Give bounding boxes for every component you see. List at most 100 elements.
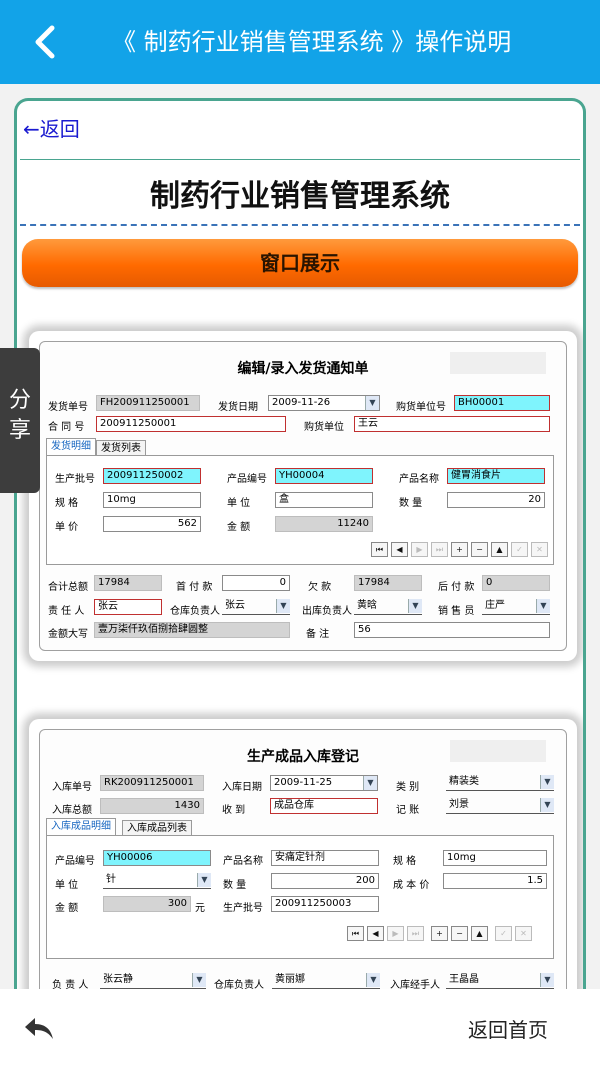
label: 合 同 号 bbox=[48, 422, 85, 433]
handler-select[interactable]: 王晶晶 ▼ bbox=[446, 973, 554, 989]
label: 产品编号 bbox=[55, 856, 95, 867]
edit-record-button[interactable]: ▲ bbox=[491, 542, 508, 557]
outbound-manager-select[interactable]: 黄晗 ▼ bbox=[354, 599, 422, 615]
down-payment-field[interactable]: 0 bbox=[222, 575, 290, 591]
label: 数 量 bbox=[223, 880, 247, 891]
add-record-button[interactable]: + bbox=[451, 542, 468, 557]
first-record-button[interactable]: ⏮ bbox=[347, 926, 364, 941]
confirm-record-button[interactable]: ✓ bbox=[495, 926, 512, 941]
warehouse-manager-select[interactable]: 张云 ▼ bbox=[222, 599, 290, 615]
product-name-field[interactable]: 安痛定针剂 bbox=[271, 850, 379, 866]
inbound-total-field[interactable]: 1430 bbox=[100, 798, 204, 814]
label: 购货单位号 bbox=[396, 402, 446, 413]
received-field[interactable]: 成品仓库 bbox=[270, 798, 378, 814]
unit-select[interactable]: 针 ▼ bbox=[103, 873, 211, 889]
dropdown-arrow-icon[interactable]: ▼ bbox=[276, 599, 290, 613]
first-record-button[interactable]: ⏮ bbox=[371, 542, 388, 557]
last-record-button[interactable]: ⏭ bbox=[431, 542, 448, 557]
amount-in-words-field[interactable]: 壹万柒仟玖佰捌拾肆圆整 bbox=[94, 622, 290, 638]
product-no-field[interactable]: YH00004 bbox=[275, 468, 373, 484]
label: 仓库负责人 bbox=[170, 606, 220, 617]
label: 规 格 bbox=[55, 498, 79, 509]
label: 购货单位 bbox=[304, 422, 344, 433]
owed-field[interactable]: 17984 bbox=[354, 575, 422, 591]
quantity-field[interactable]: 20 bbox=[447, 492, 545, 508]
share-button[interactable]: 分享 bbox=[0, 348, 40, 493]
dropdown-arrow-icon[interactable]: ▼ bbox=[540, 775, 554, 789]
dropdown-arrow-icon[interactable]: ▼ bbox=[192, 973, 206, 987]
outbound-manager-value: 黄晗 bbox=[357, 600, 377, 611]
dropdown-arrow-icon[interactable]: ▼ bbox=[366, 973, 380, 987]
content-frame: ←返回 制药行业销售管理系统 窗口展示 编辑/录入发货通知单 发货单号 FH20… bbox=[14, 98, 586, 1018]
unit-field[interactable]: 盒 bbox=[275, 492, 373, 508]
label: 出库负责人 bbox=[302, 606, 352, 617]
later-payment-field[interactable]: 0 bbox=[482, 575, 550, 591]
page-title: 《 制药行业销售管理系统 》操作说明 bbox=[112, 28, 512, 56]
dropdown-arrow-icon[interactable]: ▼ bbox=[408, 599, 422, 613]
contract-field[interactable]: 200911250001 bbox=[96, 416, 286, 432]
next-record-button[interactable]: ▶ bbox=[411, 542, 428, 557]
batch-field[interactable]: 200911250002 bbox=[103, 468, 201, 484]
batch-field[interactable]: 200911250003 bbox=[271, 896, 379, 912]
dropdown-arrow-icon[interactable]: ▼ bbox=[540, 798, 554, 812]
dropdown-arrow-icon[interactable]: ▼ bbox=[363, 776, 377, 790]
label: 单 价 bbox=[55, 522, 79, 533]
cancel-record-button[interactable]: ✕ bbox=[531, 542, 548, 557]
inbound-date-field[interactable]: 2009-11-25 ▼ bbox=[270, 775, 378, 791]
back-link[interactable]: ←返回 bbox=[23, 113, 80, 142]
home-link[interactable]: 返回首页 bbox=[468, 1014, 548, 1043]
label: 产品名称 bbox=[223, 856, 263, 867]
ship-date-field[interactable]: 2009-11-26 ▼ bbox=[268, 395, 380, 411]
title-box bbox=[450, 740, 546, 762]
unit-value: 针 bbox=[106, 874, 116, 885]
label: 责 任 人 bbox=[48, 606, 85, 617]
salesperson-select[interactable]: 庄严 ▼ bbox=[482, 599, 550, 615]
last-record-button[interactable]: ⏭ bbox=[407, 926, 424, 941]
reply-arrow-icon[interactable] bbox=[22, 1014, 56, 1042]
tab-inbound-list[interactable]: 入库成品列表 bbox=[122, 820, 192, 836]
product-name-field[interactable]: 健胃消食片 bbox=[447, 468, 545, 484]
delete-record-button[interactable]: − bbox=[451, 926, 468, 941]
dropdown-arrow-icon[interactable]: ▼ bbox=[536, 599, 550, 613]
tab-shipping-list[interactable]: 发货列表 bbox=[96, 440, 146, 456]
spec-field[interactable]: 10mg bbox=[103, 492, 201, 508]
responsible-field[interactable]: 张云 bbox=[94, 599, 162, 615]
buyer-field[interactable]: 王云 bbox=[354, 416, 550, 432]
note-field[interactable]: 56 bbox=[354, 622, 550, 638]
dropdown-arrow-icon[interactable]: ▼ bbox=[365, 396, 379, 410]
prev-record-button[interactable]: ◀ bbox=[391, 542, 408, 557]
dropdown-arrow-icon[interactable]: ▼ bbox=[197, 873, 211, 887]
dropdown-arrow-icon[interactable]: ▼ bbox=[540, 973, 554, 987]
top-bar: 《 制药行业销售管理系统 》操作说明 bbox=[0, 0, 600, 84]
label: 记 账 bbox=[396, 805, 420, 816]
buyer-no-field[interactable]: BH00001 bbox=[454, 395, 550, 411]
confirm-record-button[interactable]: ✓ bbox=[511, 542, 528, 557]
spec-field[interactable]: 10mg bbox=[443, 850, 547, 866]
price-field[interactable]: 562 bbox=[103, 516, 201, 532]
responsible-select[interactable]: 张云静 ▼ bbox=[100, 973, 206, 989]
tab-inbound-detail[interactable]: 入库成品明细 bbox=[46, 818, 116, 835]
label: 产品名称 bbox=[399, 474, 439, 485]
category-select[interactable]: 精装类 ▼ bbox=[446, 775, 554, 791]
cancel-record-button[interactable]: ✕ bbox=[515, 926, 532, 941]
amount-field[interactable]: 11240 bbox=[275, 516, 373, 532]
amount-field[interactable]: 300 bbox=[103, 896, 191, 912]
edit-record-button[interactable]: ▲ bbox=[471, 926, 488, 941]
bookkeeper-value: 刘景 bbox=[449, 799, 469, 810]
quantity-field[interactable]: 200 bbox=[271, 873, 379, 889]
cost-field[interactable]: 1.5 bbox=[443, 873, 547, 889]
total-field[interactable]: 17984 bbox=[94, 575, 162, 591]
prev-record-button[interactable]: ◀ bbox=[367, 926, 384, 941]
ship-no-field[interactable]: FH200911250001 bbox=[96, 395, 200, 411]
bookkeeper-select[interactable]: 刘景 ▼ bbox=[446, 798, 554, 814]
chevron-left-icon[interactable] bbox=[26, 22, 66, 62]
label: 销 售 员 bbox=[438, 606, 475, 617]
next-record-button[interactable]: ▶ bbox=[387, 926, 404, 941]
delete-record-button[interactable]: − bbox=[471, 542, 488, 557]
tab-shipping-detail[interactable]: 发货明细 bbox=[46, 438, 96, 455]
add-record-button[interactable]: + bbox=[431, 926, 448, 941]
warehouse-manager-select[interactable]: 黄丽娜 ▼ bbox=[272, 973, 380, 989]
product-no-field[interactable]: YH00006 bbox=[103, 850, 211, 866]
inbound-no-field[interactable]: RK200911250001 bbox=[100, 775, 204, 791]
label: 单 位 bbox=[227, 498, 251, 509]
